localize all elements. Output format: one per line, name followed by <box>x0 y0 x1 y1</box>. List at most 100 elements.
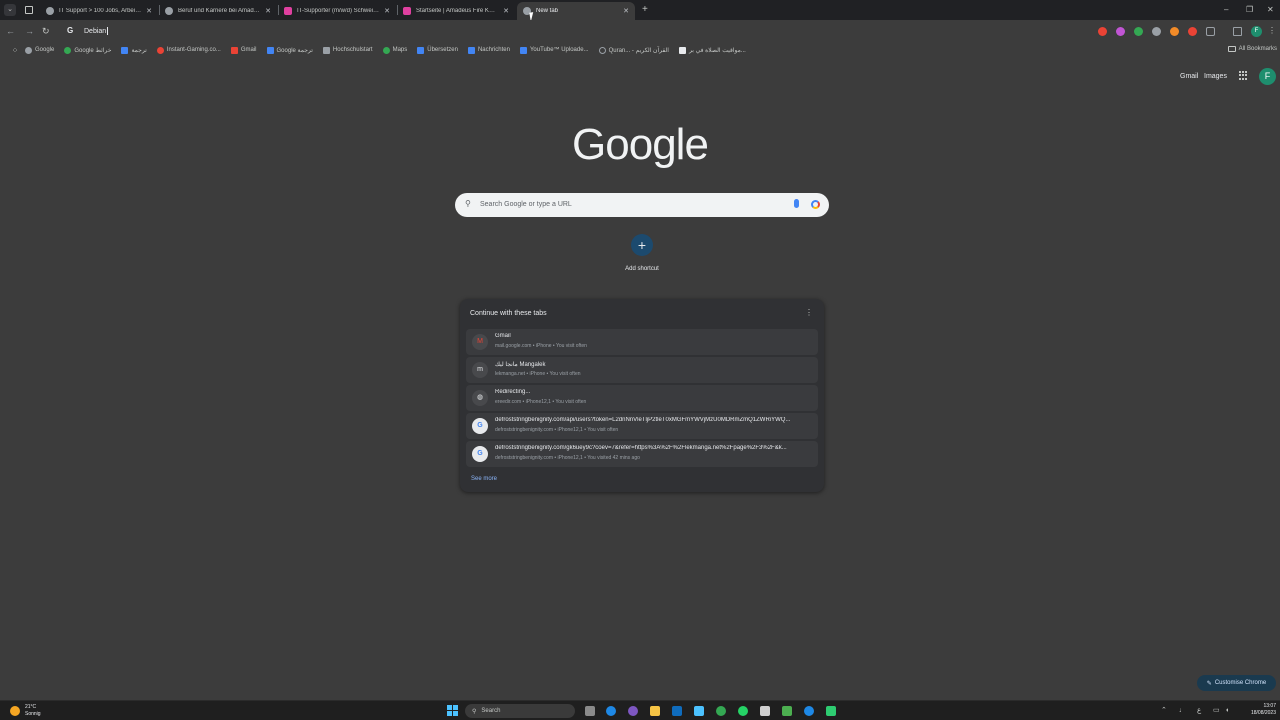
account-avatar[interactable]: F <box>1259 68 1276 85</box>
bookmark-item[interactable]: Google <box>25 46 54 54</box>
app-icon[interactable] <box>826 706 836 716</box>
tab-1[interactable]: Beruf und Karriere bei Amadeus ✕ <box>159 2 277 20</box>
extension-icon[interactable] <box>1116 27 1125 36</box>
search-icon: ⚲ <box>472 708 477 715</box>
edge-icon[interactable] <box>606 706 616 716</box>
chrome-menu-button[interactable]: ⋮ <box>1268 26 1276 35</box>
omnibox-input[interactable]: Debian <box>84 27 109 35</box>
apps-icon[interactable]: ⁘ <box>5 46 25 55</box>
search-box[interactable]: ⚲ Search Google or type a URL <box>455 193 829 217</box>
list-item[interactable]: M Gmail mail.google.com • iPhone • You v… <box>466 329 818 355</box>
app-icon[interactable] <box>628 706 638 716</box>
see-more-link[interactable]: See more <box>471 476 497 482</box>
bookmark-item[interactable]: Übersetzen <box>417 46 458 54</box>
more-options-icon[interactable]: ⋮ <box>805 308 813 318</box>
profile-avatar[interactable]: F <box>1251 26 1262 37</box>
chevron-up-icon[interactable]: ⌃ <box>1161 706 1167 716</box>
google-lens-icon[interactable] <box>811 200 820 209</box>
extension-icon[interactable] <box>1098 27 1107 36</box>
clock[interactable]: 13:07 18/08/2023 <box>1242 703 1276 717</box>
bookmark-item[interactable]: ترجمة <box>121 46 147 54</box>
bookmark-item[interactable]: Hochschulstart <box>322 46 373 54</box>
tab-search-button[interactable]: ⌄ <box>4 4 16 16</box>
add-shortcut-button[interactable]: + <box>631 234 653 256</box>
tab-3[interactable]: Startseite | Amadeus Fire Karriere ✕ <box>397 2 515 20</box>
extension-icon[interactable] <box>1188 27 1197 36</box>
network-icon[interactable]: ▭ <box>1213 706 1220 716</box>
close-icon[interactable]: ✕ <box>623 7 629 15</box>
gmail-icon <box>230 46 238 54</box>
google-apps-icon[interactable] <box>1239 71 1248 80</box>
language-indicator[interactable]: ع <box>1197 706 1201 716</box>
back-button[interactable]: ← <box>6 25 15 37</box>
chrome-icon[interactable] <box>716 706 726 716</box>
images-link[interactable]: Images <box>1204 73 1227 80</box>
close-icon[interactable]: ✕ <box>384 7 390 15</box>
store-icon[interactable] <box>760 706 770 716</box>
forward-button[interactable]: → <box>25 25 34 37</box>
item-subtitle: mail.google.com • iPhone • You visit oft… <box>495 343 587 349</box>
list-item[interactable]: ◍ Redirecting... ereedir.com • iPhone12,… <box>466 385 818 411</box>
continue-tabs-card: Continue with these tabs ⋮ M Gmail mail.… <box>460 299 824 492</box>
card-title: Continue with these tabs <box>470 310 547 317</box>
gmail-link[interactable]: Gmail <box>1180 73 1198 80</box>
globe-icon <box>598 46 606 54</box>
bookmarks-bar: ⁘ Google Google خرائط ترجمة Instant-Gami… <box>0 42 1280 58</box>
bookmark-item[interactable]: YouTube™ Uploade... <box>519 46 589 54</box>
google-search-icon: G <box>67 26 74 35</box>
tab-0[interactable]: IT Support > 100 Jobs, Arbeit in ✕ <box>40 2 158 20</box>
bookmark-item[interactable]: Google خرائط <box>64 46 111 54</box>
list-item[interactable]: G defroststringbenignity.com/gk6uey9c?co… <box>466 441 818 467</box>
close-icon[interactable]: ✕ <box>265 7 271 15</box>
start-button[interactable] <box>447 705 458 716</box>
bookmark-item[interactable]: Maps <box>382 46 407 54</box>
side-panel-icon[interactable] <box>1233 27 1242 36</box>
all-bookmarks-button[interactable]: All Bookmarks <box>1227 46 1277 52</box>
folder-icon[interactable] <box>650 706 660 716</box>
weather-sun-icon[interactable] <box>10 706 20 716</box>
microphone-icon[interactable]: ♩ <box>1179 706 1186 716</box>
extension-icon[interactable] <box>1170 27 1179 36</box>
new-tab-button[interactable]: + <box>642 4 648 16</box>
search-input[interactable]: Search Google or type a URL <box>480 201 572 208</box>
app-icon[interactable] <box>782 706 792 716</box>
mangalek-icon: m <box>472 362 488 378</box>
whatsapp-icon[interactable] <box>738 706 748 716</box>
volume-icon[interactable]: ◖ <box>1225 706 1229 716</box>
tab-2[interactable]: IT-Supporter (m/w/d) Schweige ✕ <box>278 2 396 20</box>
globe-icon <box>46 7 54 15</box>
outlook-icon[interactable] <box>672 706 682 716</box>
voice-search-icon[interactable] <box>794 199 799 208</box>
file-explorer-icon[interactable] <box>585 706 595 716</box>
news-icon <box>467 46 475 54</box>
bookmark-item[interactable]: Nachrichten <box>467 46 510 54</box>
bookmark-item[interactable]: Google ترجمة <box>266 46 313 54</box>
tab-title: Startseite | Amadeus Fire Karriere <box>416 8 499 14</box>
translate-icon <box>121 46 129 54</box>
minimize-button[interactable]: – <box>1224 4 1228 16</box>
reload-button[interactable]: ↻ <box>42 25 50 37</box>
close-icon[interactable]: ✕ <box>503 7 509 15</box>
tab-title: IT Support > 100 Jobs, Arbeit in <box>59 8 142 14</box>
window-close-button[interactable]: ✕ <box>1267 4 1274 16</box>
close-icon[interactable]: ✕ <box>146 7 152 15</box>
app-icon[interactable] <box>694 706 704 716</box>
mosque-icon <box>678 46 686 54</box>
extension-icon[interactable] <box>1134 27 1143 36</box>
extensions-puzzle-icon[interactable] <box>1206 27 1215 36</box>
tab-actions-icon[interactable] <box>25 6 33 14</box>
app-icon[interactable] <box>804 706 814 716</box>
weather-widget[interactable]: 21°C Sonnig <box>25 704 41 718</box>
list-item[interactable]: G defroststringbenignity.com/api/users?t… <box>466 413 818 439</box>
bookmark-item[interactable]: Gmail <box>230 46 257 54</box>
bookmark-item[interactable]: Quran... - القرآن الكريم <box>598 46 669 54</box>
translate-icon <box>266 46 274 54</box>
taskbar: 21°C Sonnig ⚲ Search ⌃ ♩ ع ▭ ◖ 13:07 18/… <box>0 700 1280 720</box>
list-item[interactable]: m مانجا ليك Mangalek lekmanga.net • iPho… <box>466 357 818 383</box>
customise-chrome-button[interactable]: ✎ Customise Chrome <box>1197 675 1276 691</box>
extension-icon[interactable] <box>1152 27 1161 36</box>
bookmark-item[interactable]: مواقيت الصلاة في بر... <box>678 46 746 54</box>
taskbar-search[interactable]: ⚲ Search <box>465 704 575 718</box>
bookmark-item[interactable]: Instant-Gaming.co... <box>156 46 221 54</box>
restore-button[interactable]: ❐ <box>1246 4 1253 16</box>
